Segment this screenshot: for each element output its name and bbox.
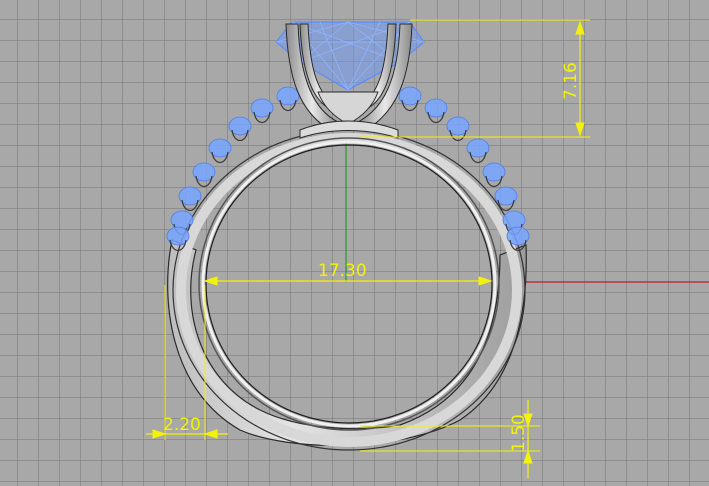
shank-inner-edge (198, 137, 500, 431)
shank-inner-highlight (201, 140, 497, 428)
shank-width-label: 2.20 (163, 415, 201, 435)
shank-band-face (176, 133, 522, 447)
cad-viewport[interactable]: 7.16 17.30 2.20 1.50 (0, 0, 709, 486)
inner-diameter-label: 17.30 (318, 261, 367, 281)
ring-model-view: 7.16 17.30 2.20 1.50 (146, 19, 709, 478)
shank-thickness-label: 1.50 (509, 414, 529, 452)
shank-inner-shadow (205, 144, 493, 424)
ring-shank[interactable] (167, 129, 527, 451)
center-stone-head[interactable] (275, 21, 425, 139)
head-height-label: 7.16 (561, 62, 581, 100)
